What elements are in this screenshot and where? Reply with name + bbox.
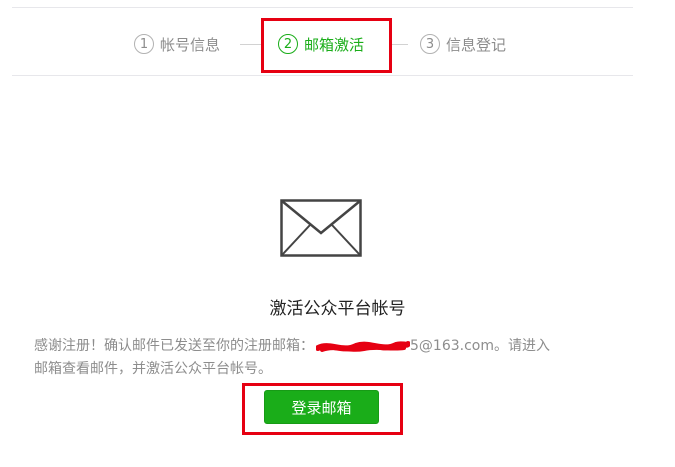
activation-message: 感谢注册！确认邮件已发送至你的注册邮箱： 5@163.com。请进入 邮箱查看邮件… [34,335,614,381]
step-account-info: 1 帐号信息 [134,31,220,57]
step-label: 帐号信息 [160,35,221,54]
envelope-icon [280,199,362,257]
email-suffix: 5@163.com。请进入 [410,338,550,354]
redacted-email-mark [315,339,411,353]
registration-page: 1 帐号信息 2 邮箱激活 3 信息登记 激活公众平台帐号 感谢注册！确认邮件已… [0,0,675,467]
step-connector [240,44,262,45]
message-text: 感谢注册！确认邮件已发送至你的注册邮箱： [34,338,314,354]
step-info-registration: 3 信息登记 [420,31,506,57]
steps-divider [12,75,633,76]
step-number: 1 [134,34,154,54]
highlight-box-login-button [242,383,403,435]
step-connector [392,44,408,45]
top-divider [12,7,633,8]
highlight-box-active-step [261,18,392,73]
message-text: 邮箱查看邮件，并激活公众平台帐号。 [34,361,272,377]
step-number: 3 [420,34,440,54]
step-label: 信息登记 [446,35,507,54]
page-title: 激活公众平台帐号 [269,299,406,319]
